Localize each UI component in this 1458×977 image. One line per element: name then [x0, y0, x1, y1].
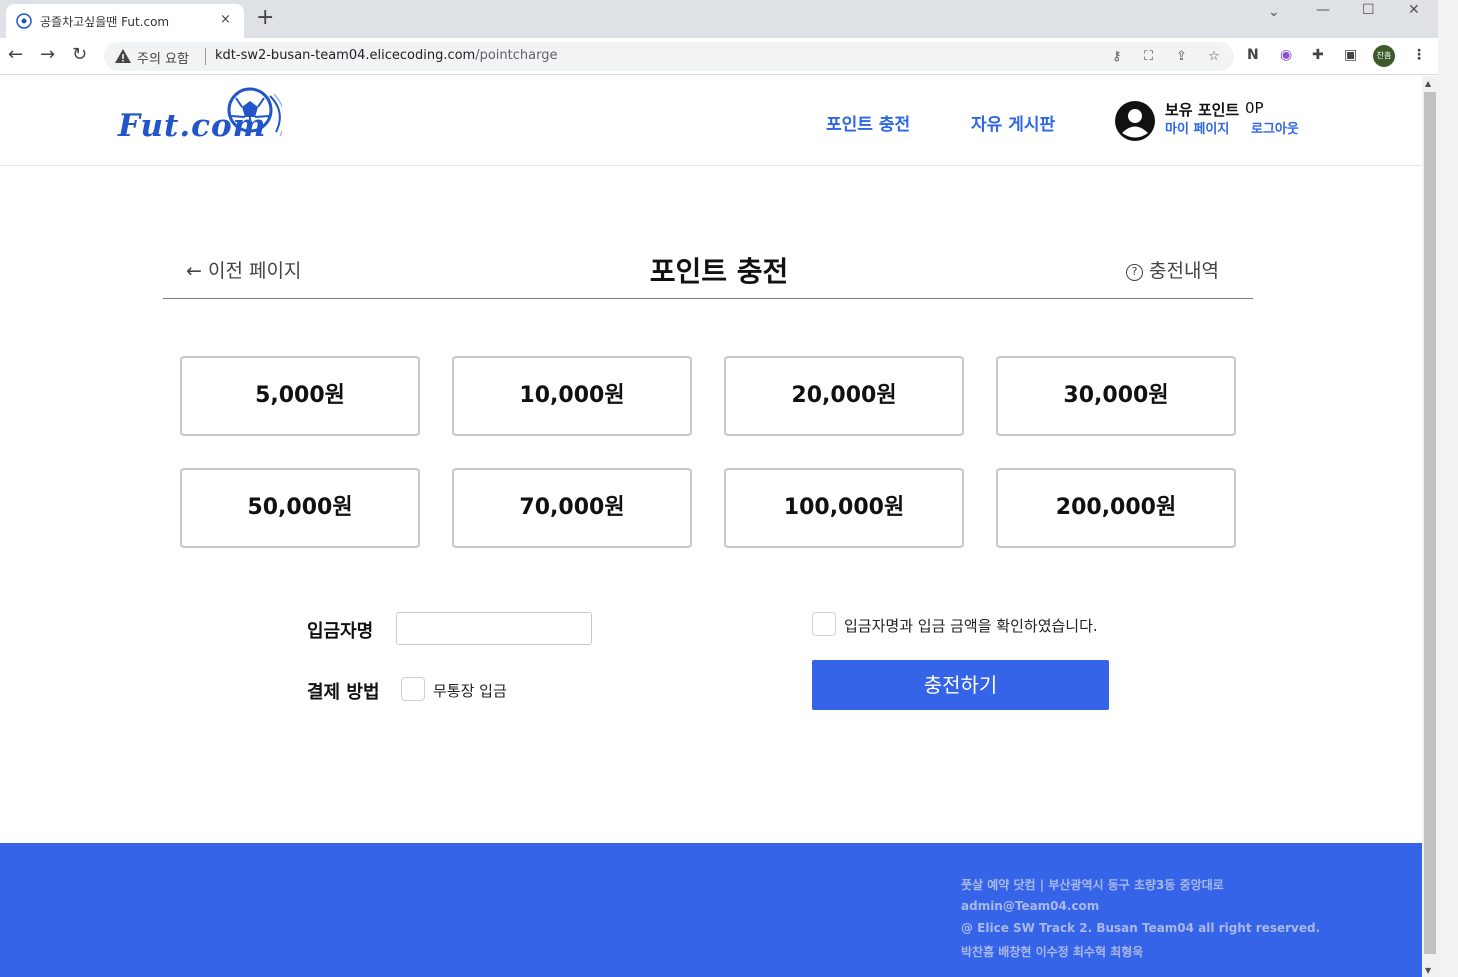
charge-submit-button[interactable]: 충전하기 — [812, 660, 1109, 710]
forward-arrow-icon[interactable]: → — [40, 45, 55, 65]
url-host: kdt-sw2-busan-team04.elicecoding.com — [215, 48, 476, 63]
site-header: Fut.com 포인트 충전 자유 게시판 보유 포인트 0P 마이 페이지 로… — [0, 76, 1422, 166]
site-logo[interactable]: Fut.com — [116, 86, 316, 156]
amount-button-20000[interactable]: 20,000원 — [724, 356, 964, 436]
security-warning[interactable]: 주의 요함 — [137, 48, 189, 67]
site-footer: 풋살 예약 닷컴 | 부산광역시 동구 초량3동 중앙대로 admin@Team… — [0, 843, 1422, 977]
bank-transfer-checkbox[interactable] — [401, 677, 425, 701]
footer-address: 풋살 예약 닷컴 | 부산광역시 동구 초량3동 중앙대로 — [961, 878, 1224, 892]
charge-history-label: 충전내역 — [1149, 260, 1219, 282]
translate-icon[interactable]: ⛶ — [1144, 49, 1153, 64]
amount-button-50000[interactable]: 50,000원 — [180, 468, 420, 548]
user-avatar-icon[interactable] — [1114, 100, 1156, 142]
charge-history-link[interactable]: ? 충전내역 — [1126, 256, 1219, 283]
browser-tab[interactable]: 공즐차고싶을땐 Fut.com × — [6, 4, 244, 38]
side-panel-icon[interactable]: ▣ — [1344, 47, 1357, 63]
confirm-label: 입금자명과 입금 금액을 확인하였습니다. — [844, 617, 1098, 635]
extension-n-icon[interactable]: N — [1247, 47, 1259, 63]
bank-transfer-label: 무통장 입금 — [433, 682, 507, 700]
maximize-icon[interactable]: ☐ — [1362, 2, 1375, 18]
amount-button-200000[interactable]: 200,000원 — [996, 468, 1236, 548]
extension-lr-icon[interactable]: ◉ — [1280, 47, 1292, 63]
scroll-down-icon[interactable]: ▼ — [1425, 966, 1431, 975]
nav-free-board[interactable]: 자유 게시판 — [971, 110, 1055, 135]
footer-copyright: @ Elice SW Track 2. Busan Team04 all rig… — [961, 921, 1321, 935]
points-label: 보유 포인트 — [1165, 101, 1240, 119]
amount-button-70000[interactable]: 70,000원 — [452, 468, 692, 548]
page-title: 포인트 충전 — [649, 255, 789, 288]
reload-icon[interactable]: ↻ — [72, 45, 87, 65]
close-tab-icon[interactable]: × — [220, 12, 231, 27]
payment-method-label: 결제 방법 — [307, 682, 380, 703]
minimize-icon[interactable]: — — [1316, 2, 1330, 18]
back-arrow-icon[interactable]: ← — [8, 45, 23, 65]
address-bar[interactable]: 주의 요함 kdt-sw2-busan-team04.elicecoding.c… — [104, 42, 1234, 71]
profile-avatar[interactable]: 찬흠 — [1373, 45, 1395, 67]
soccer-ball-icon — [16, 13, 32, 29]
scroll-up-icon[interactable]: ▲ — [1425, 79, 1431, 88]
tab-search-icon[interactable]: ⌄ — [1268, 4, 1280, 20]
question-circle-icon: ? — [1126, 264, 1143, 281]
footer-team-members: 박찬흠 배창현 이수정 최수혁 최형욱 — [961, 945, 1144, 959]
url-path: /pointcharge — [475, 48, 558, 63]
depositor-label: 입금자명 — [307, 621, 374, 642]
amount-button-100000[interactable]: 100,000원 — [724, 468, 964, 548]
points-value: 0P — [1245, 99, 1264, 117]
window-edge — [1438, 0, 1458, 977]
warning-icon — [115, 49, 131, 63]
nav-point-charge[interactable]: 포인트 충전 — [826, 110, 910, 135]
bookmark-star-icon[interactable]: ☆ — [1208, 49, 1220, 64]
depositor-name-input[interactable] — [396, 612, 592, 645]
logout-link[interactable]: 로그아웃 — [1251, 118, 1299, 137]
browser-tab-bar: 공즐차고싶을땐 Fut.com × + ⌄ — ☐ ✕ — [0, 0, 1438, 38]
tab-title: 공즐차고싶을땐 Fut.com — [40, 15, 170, 29]
browser-toolbar: ← → ↻ 주의 요함 kdt-sw2-busan-team04.eliceco… — [0, 38, 1438, 75]
title-divider — [163, 298, 1253, 299]
url-text[interactable]: kdt-sw2-busan-team04.elicecoding.com/poi… — [215, 48, 557, 63]
footer-email: admin@Team04.com — [961, 899, 1100, 913]
amount-button-10000[interactable]: 10,000원 — [452, 356, 692, 436]
amount-button-30000[interactable]: 30,000원 — [996, 356, 1236, 436]
logo-text: Fut.com — [118, 108, 267, 144]
window-close-icon[interactable]: ✕ — [1408, 2, 1420, 18]
scrollbar-thumb[interactable] — [1424, 92, 1436, 954]
confirm-checkbox[interactable] — [812, 612, 836, 636]
mypage-link[interactable]: 마이 페이지 — [1165, 118, 1229, 137]
omnibox-divider — [205, 48, 206, 65]
puzzle-icon[interactable]: ✚ — [1312, 47, 1324, 63]
menu-kebab-icon[interactable]: ⋮ — [1412, 47, 1426, 63]
amount-button-5000[interactable]: 5,000원 — [180, 356, 420, 436]
new-tab-button[interactable]: + — [256, 6, 274, 30]
share-icon[interactable]: ⇪ — [1176, 49, 1187, 64]
key-icon[interactable]: ⚷ — [1112, 49, 1122, 64]
